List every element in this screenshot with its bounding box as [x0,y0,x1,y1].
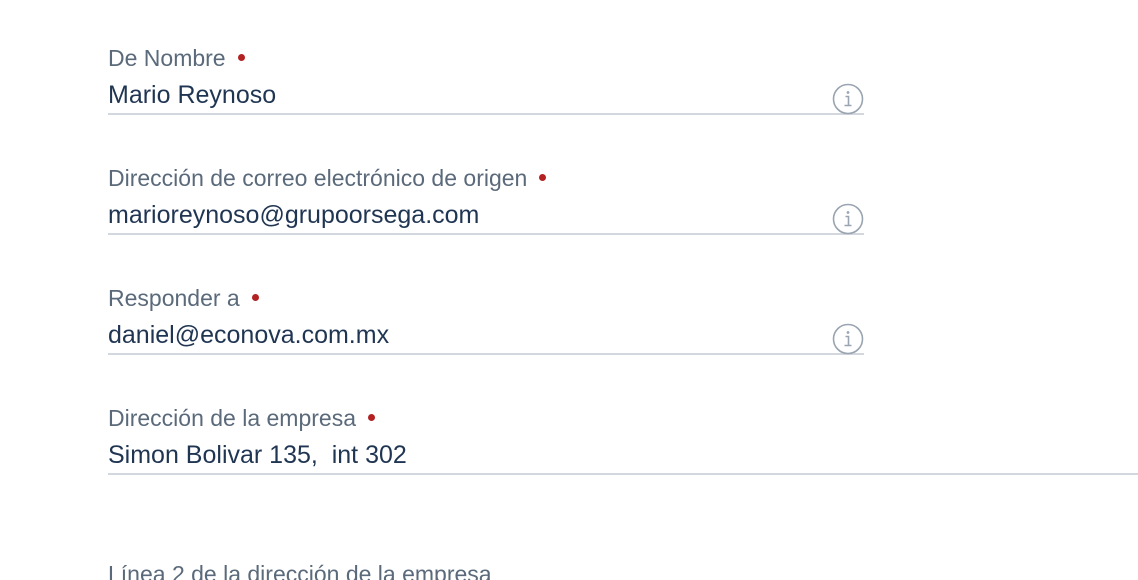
required-dot [539,174,547,181]
reply-to-input[interactable] [108,317,864,355]
from-name-label: De Nombre [108,44,245,72]
reply-to-label: Responder a [108,284,259,312]
required-dot [368,414,376,421]
required-dot [237,54,245,61]
required-dot [251,294,259,301]
info-icon[interactable] [832,83,864,115]
company-address-input[interactable] [108,437,1138,475]
from-email-label: Dirección de correo electrónico de orige… [108,164,547,192]
from-email-input[interactable] [108,197,864,235]
from-name-input[interactable] [108,77,864,115]
sender-settings-form: De Nombre Dirección de correo electrónic… [0,0,1138,580]
company-address-label: Dirección de la empresa [108,404,376,432]
company-address-2-label: Línea 2 de la dirección de la empresa [108,561,492,580]
info-icon[interactable] [832,323,864,355]
info-icon[interactable] [832,203,864,235]
